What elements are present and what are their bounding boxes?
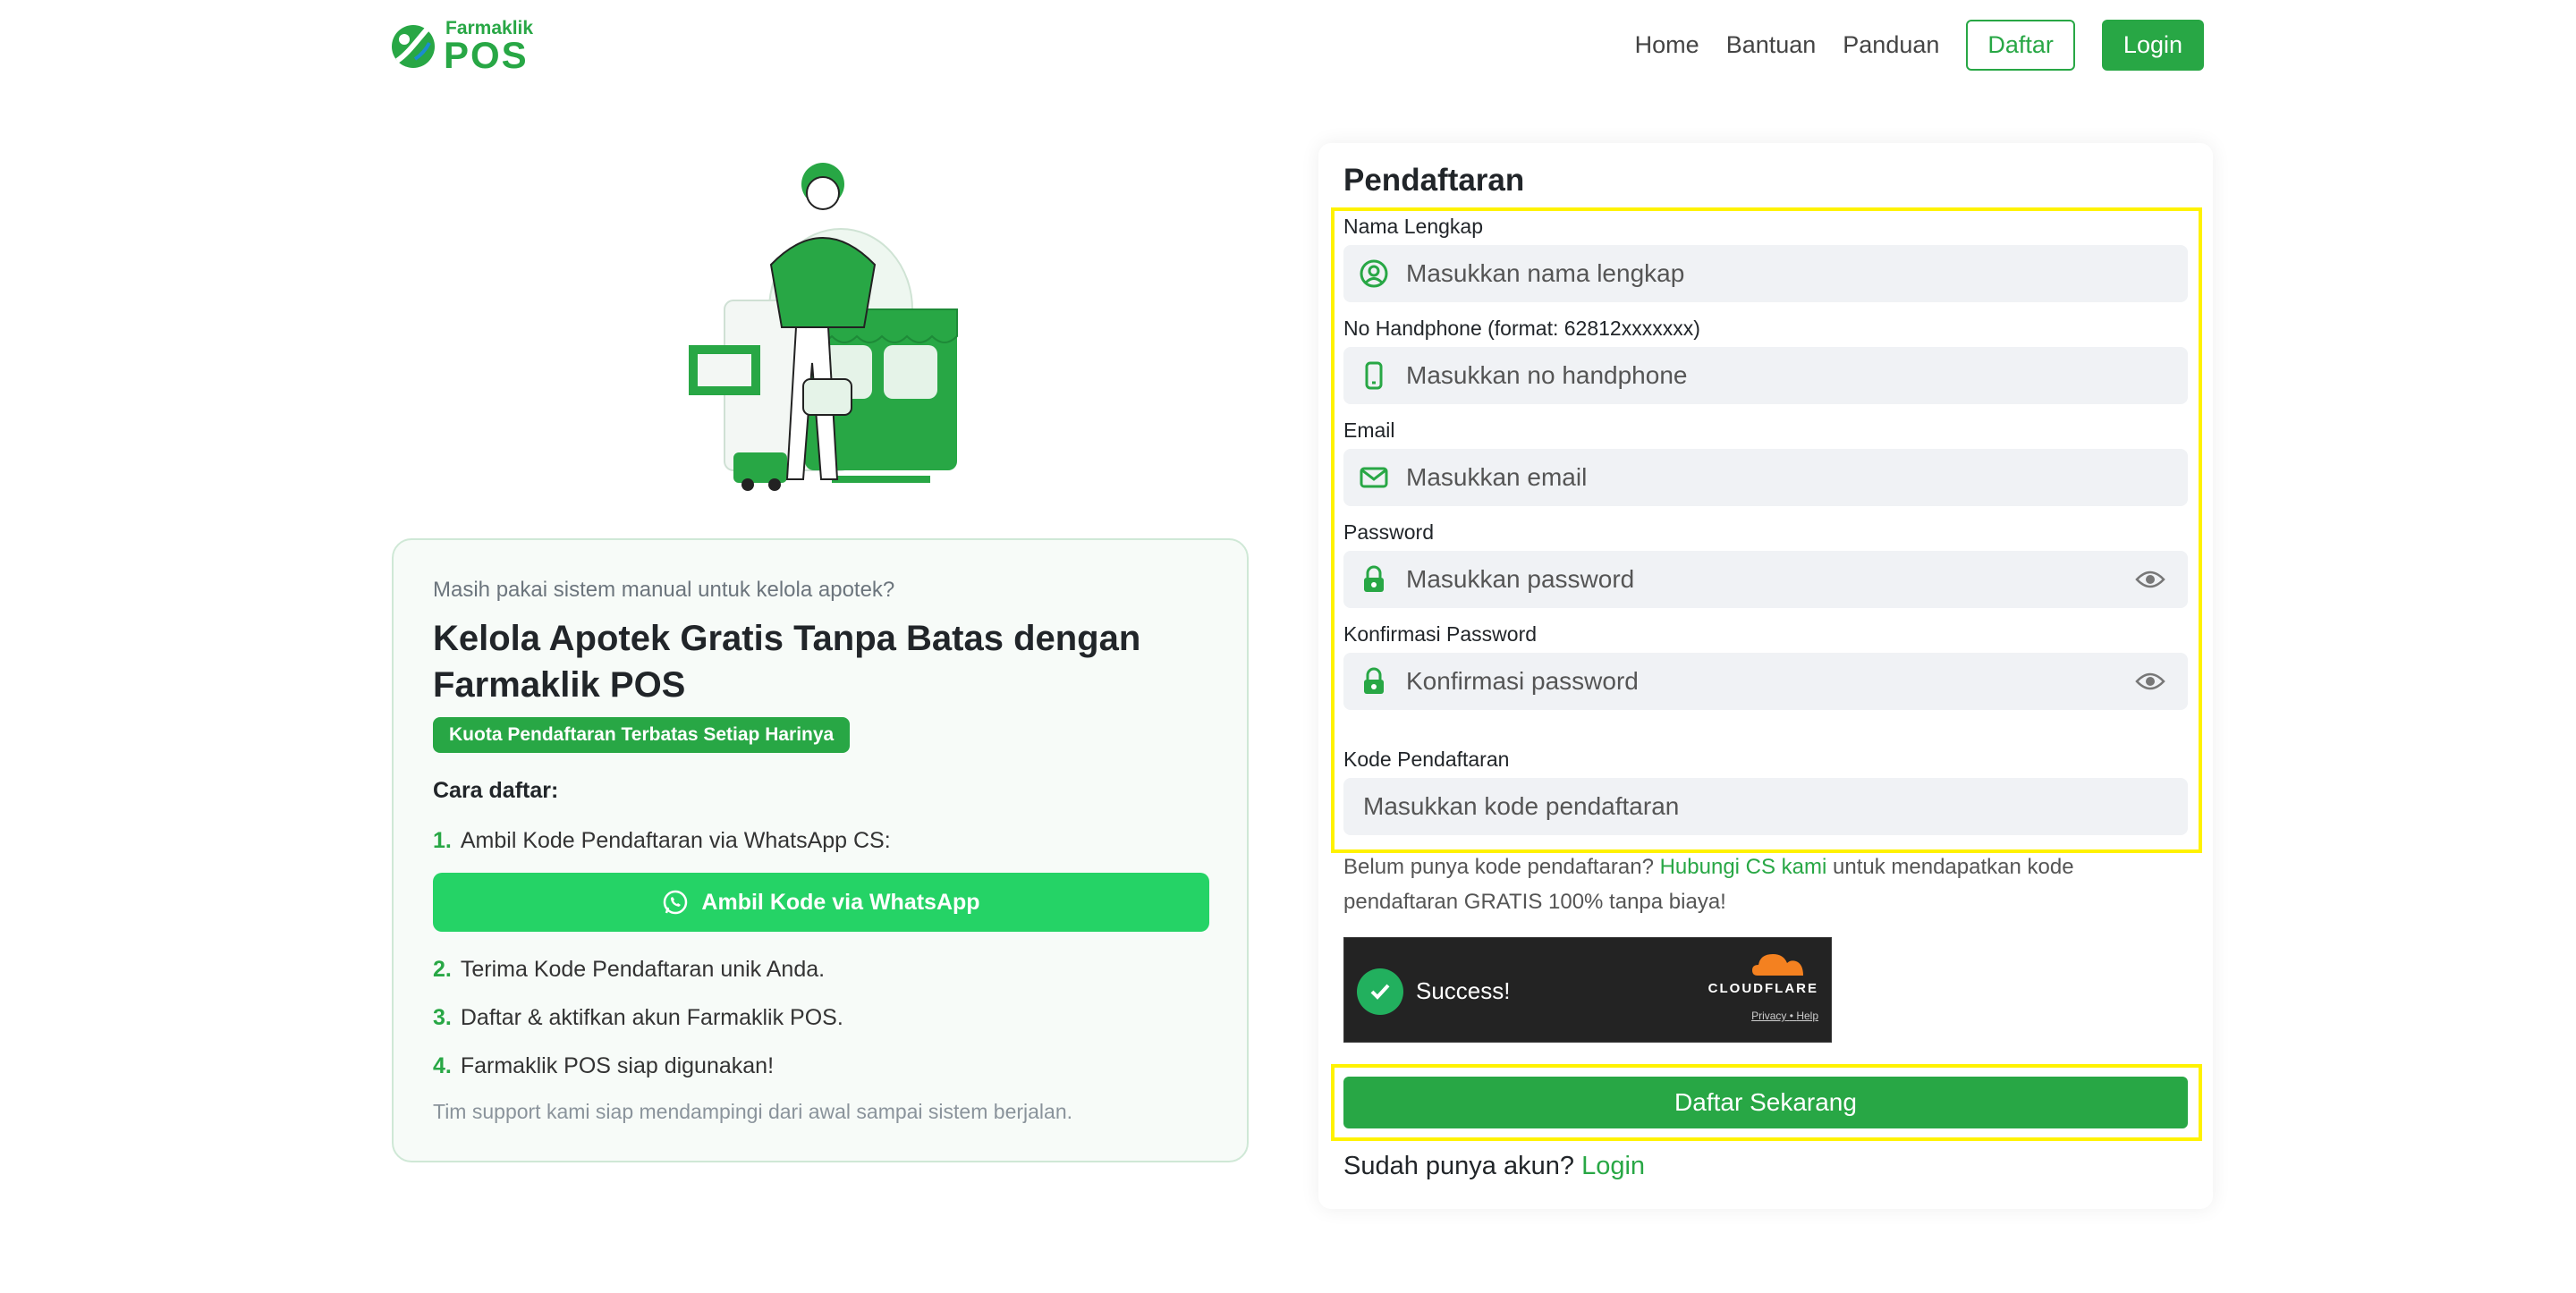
step-text: Terima Kode Pendaftaran unik Anda. bbox=[460, 957, 826, 982]
eye-icon[interactable] bbox=[2132, 663, 2168, 699]
phone-input[interactable] bbox=[1406, 347, 2188, 404]
captcha-link-separator: • bbox=[1789, 1010, 1793, 1022]
help-prefix: Belum punya kode pendaftaran? bbox=[1343, 855, 1654, 879]
phone-icon bbox=[1356, 358, 1392, 393]
support-note: Tim support kami siap mendampingi dari a… bbox=[433, 1100, 1072, 1123]
phone-field bbox=[1343, 347, 2188, 404]
captcha-privacy-link[interactable]: Privacy bbox=[1751, 1010, 1786, 1022]
phone-label: No Handphone (format: 62812xxxxxxx) bbox=[1343, 317, 1700, 340]
whatsapp-button-label: Ambil Kode via WhatsApp bbox=[701, 889, 980, 915]
steps-heading: Cara daftar: bbox=[433, 778, 559, 803]
name-input[interactable] bbox=[1406, 245, 2188, 302]
confirm-field bbox=[1343, 653, 2188, 710]
nav-home[interactable]: Home bbox=[1635, 31, 1699, 59]
nav-links: Home Bantuan Panduan Daftar Login bbox=[1635, 18, 2204, 72]
email-label: Email bbox=[1343, 418, 1395, 442]
info-card: Masih pakai sistem manual untuk kelola a… bbox=[392, 538, 1249, 1162]
code-input[interactable] bbox=[1363, 778, 2188, 835]
step-1: 1. Ambil Kode Pendaftaran via WhatsApp CS… bbox=[433, 828, 891, 854]
nav-guide[interactable]: Panduan bbox=[1843, 31, 1939, 59]
quota-badge: Kuota Pendaftaran Terbatas Setiap Hariny… bbox=[433, 717, 851, 753]
login-prompt: Sudah punya akun? bbox=[1343, 1152, 1574, 1180]
nav-help[interactable]: Bantuan bbox=[1726, 31, 1817, 59]
check-icon bbox=[1357, 968, 1403, 1015]
password-input[interactable] bbox=[1406, 551, 2132, 608]
nav-login-button[interactable]: Login bbox=[2101, 19, 2204, 71]
login-row: Sudah punya akun? Login bbox=[1343, 1152, 1645, 1181]
step-2: 2. Terima Kode Pendaftaran unik Anda. bbox=[433, 957, 825, 983]
info-title: Kelola Apotek Gratis Tanpa Batas dengan … bbox=[433, 619, 1141, 705]
code-label: Kode Pendaftaran bbox=[1343, 748, 1510, 771]
cloudflare-captcha[interactable]: Success! CLOUDFLARE Privacy • Help bbox=[1343, 937, 1832, 1043]
lock-icon bbox=[1356, 562, 1392, 597]
whatsapp-icon bbox=[664, 890, 688, 915]
step-number: 2. bbox=[433, 957, 452, 982]
password-label: Password bbox=[1343, 520, 1434, 544]
mail-icon bbox=[1356, 460, 1392, 495]
step-3: 3. Daftar & aktifkan akun Farmaklik POS. bbox=[433, 1005, 843, 1031]
step-text: Daftar & aktifkan akun Farmaklik POS. bbox=[460, 1005, 843, 1030]
step-number: 1. bbox=[433, 828, 452, 853]
registration-title: Pendaftaran bbox=[1343, 163, 1525, 198]
captcha-links: Privacy • Help bbox=[1751, 1010, 1818, 1022]
confirm-input[interactable] bbox=[1406, 653, 2132, 710]
login-link[interactable]: Login bbox=[1581, 1152, 1645, 1180]
eye-icon[interactable] bbox=[2132, 562, 2168, 597]
step-text: Farmaklik POS siap digunakan! bbox=[460, 1053, 775, 1078]
captcha-brand: CLOUDFLARE bbox=[1707, 981, 1818, 996]
brand-logo[interactable]: Farmaklik POS bbox=[388, 16, 540, 76]
step-text: Ambil Kode Pendaftaran via WhatsApp CS: bbox=[460, 828, 891, 853]
password-field bbox=[1343, 551, 2188, 608]
captcha-status: Success! bbox=[1416, 977, 1511, 1004]
step-number: 3. bbox=[433, 1005, 452, 1030]
name-field bbox=[1343, 245, 2188, 302]
step-4: 4. Farmaklik POS siap digunakan! bbox=[433, 1053, 774, 1079]
user-circle-icon bbox=[1356, 256, 1392, 292]
contact-cs-link[interactable]: Hubungi CS kami bbox=[1660, 855, 1827, 879]
nav-register-button[interactable]: Daftar bbox=[1966, 19, 2075, 71]
submit-button[interactable]: Daftar Sekarang bbox=[1343, 1077, 2188, 1128]
email-field bbox=[1343, 449, 2188, 506]
cloud-icon bbox=[1752, 954, 1803, 976]
lock-icon bbox=[1356, 663, 1392, 699]
pharmacist-illustration bbox=[689, 163, 958, 491]
info-question: Masih pakai sistem manual untuk kelola a… bbox=[433, 578, 895, 602]
logo-leaf-icon bbox=[392, 25, 435, 68]
code-help-text: Belum punya kode pendaftaran? Hubungi CS… bbox=[1343, 849, 2148, 919]
code-field bbox=[1343, 778, 2188, 835]
captcha-help-link[interactable]: Help bbox=[1796, 1010, 1818, 1022]
brand-bottom-text: POS bbox=[444, 34, 529, 76]
step-number: 4. bbox=[433, 1053, 452, 1078]
top-navbar: Farmaklik POS Home Bantuan Panduan Dafta… bbox=[0, 0, 2576, 89]
confirm-label: Konfirmasi Password bbox=[1343, 622, 1538, 646]
name-label: Nama Lengkap bbox=[1343, 215, 1483, 238]
email-input[interactable] bbox=[1406, 449, 2188, 506]
registration-card: Pendaftaran Nama Lengkap No Handphone (f… bbox=[1318, 143, 2213, 1209]
whatsapp-button[interactable]: Ambil Kode via WhatsApp bbox=[433, 873, 1209, 932]
